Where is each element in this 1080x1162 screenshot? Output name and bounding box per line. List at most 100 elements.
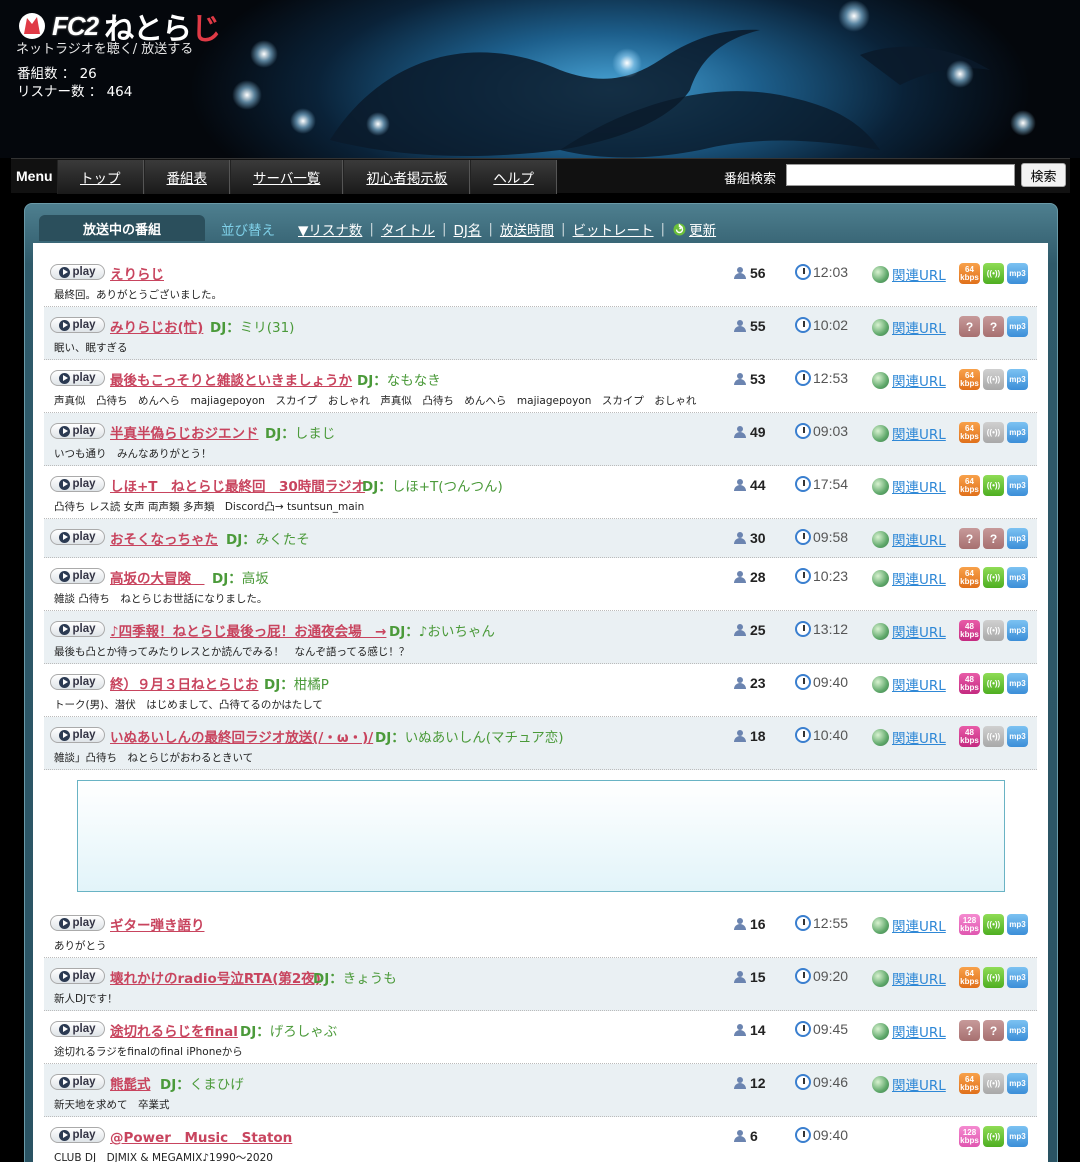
listener-icon: [734, 426, 746, 438]
play-button[interactable]: play: [50, 370, 105, 386]
globe-icon: [872, 318, 889, 336]
play-icon: [59, 729, 71, 741]
stream-badges: ?? mp3: [959, 528, 1028, 549]
broadcast-icon: ((•)): [983, 263, 1004, 284]
clock-icon: [795, 1074, 811, 1090]
play-button[interactable]: play: [50, 674, 105, 690]
program-title[interactable]: えりらじ: [110, 263, 164, 283]
play-icon: [59, 319, 71, 331]
bitrate-badge: 48 kbps: [959, 620, 980, 641]
refresh-link[interactable]: 更新: [673, 219, 716, 239]
related-url-link[interactable]: 関連URL: [872, 1021, 946, 1041]
related-url-link[interactable]: 関連URL: [872, 476, 946, 496]
program-title[interactable]: 壊れかけのradio号泣RTA(第2夜): [110, 967, 321, 987]
ad-banner[interactable]: [77, 780, 1005, 892]
program-row: play 最後もこっそりと雑談といきましょうか DJ：なもなき 声真似 凸待ち めんへ…: [44, 360, 1037, 413]
play-button[interactable]: play: [50, 529, 105, 545]
nav-tab-servers[interactable]: サーバ一覧: [230, 160, 344, 194]
play-icon: [59, 1076, 71, 1088]
bitrate-badge: 64 kbps: [959, 475, 980, 496]
program-dj: DJ：しまじ: [265, 426, 336, 442]
clock-icon: [795, 621, 811, 637]
airtime: 09:45: [795, 1021, 848, 1037]
nav-tab-top[interactable]: トップ: [57, 160, 144, 194]
play-button[interactable]: play: [50, 317, 105, 333]
play-button[interactable]: play: [50, 1021, 105, 1037]
play-button[interactable]: play: [50, 476, 105, 492]
play-button[interactable]: play: [50, 1074, 105, 1090]
program-row: play 壊れかけのradio号泣RTA(第2夜) DJ：きょうも 新人DJです！ 15…: [44, 958, 1037, 1011]
sort-airtime[interactable]: 放送時間: [493, 219, 561, 239]
program-row: play しほ+T ねとらじ最終回 30時間ラジオ DJ：しほ+T(つんつん) 凸待ち…: [44, 466, 1037, 519]
airtime: 12:53: [795, 370, 848, 386]
program-title[interactable]: @Power Music Staton: [110, 1126, 292, 1146]
play-button[interactable]: play: [50, 727, 105, 743]
search-button[interactable]: 検索: [1021, 163, 1066, 187]
broadcast-icon: ((•)): [983, 422, 1004, 443]
program-title[interactable]: ♪四季報！ねとらじ最後っ屁！お通夜会場 →: [110, 620, 386, 640]
listener-icon: [734, 730, 746, 742]
listener-count: 53: [734, 371, 766, 387]
play-button[interactable]: play: [50, 1127, 105, 1143]
sort-dj[interactable]: DJ名: [447, 219, 489, 239]
program-row: play いぬあいしんの最終回ラジオ放送(/・ω・)/DJ：いぬあいしん(マチュア…: [44, 717, 1037, 770]
related-url-link[interactable]: 関連URL: [872, 915, 946, 935]
bitrate-badge: ?: [959, 528, 980, 549]
airtime: 09:20: [795, 968, 848, 984]
program-description: ありがとう: [54, 940, 107, 952]
live-badge: ?: [983, 316, 1004, 337]
sort-bitrate[interactable]: ビットレート: [566, 219, 661, 239]
airtime: 12:03: [795, 264, 848, 280]
clock-icon: [795, 1021, 811, 1037]
related-url-link[interactable]: 関連URL: [872, 727, 946, 747]
mp3-badge: mp3: [1007, 914, 1028, 935]
program-title[interactable]: しほ+T ねとらじ最終回 30時間ラジオ: [110, 475, 365, 495]
related-url-link[interactable]: 関連URL: [872, 1074, 946, 1094]
program-title[interactable]: 半真半偽らじおジエンド: [110, 422, 259, 442]
listener-count: 55: [734, 318, 766, 334]
play-button[interactable]: play: [50, 968, 105, 984]
stream-badges: 64 kbps ((•)) mp3: [959, 369, 1028, 390]
mp3-badge: mp3: [1007, 422, 1028, 443]
related-url-link[interactable]: 関連URL: [872, 529, 946, 549]
related-url-link[interactable]: 関連URL: [872, 370, 946, 390]
related-url-link[interactable]: 関連URL: [872, 621, 946, 641]
nav-tab-schedule[interactable]: 番組表: [143, 160, 230, 194]
program-title[interactable]: みりらじお(忙): [110, 316, 203, 336]
related-url-link[interactable]: 関連URL: [872, 968, 946, 988]
mp3-badge: mp3: [1007, 967, 1028, 988]
play-button[interactable]: play: [50, 568, 105, 584]
related-url-link[interactable]: 関連URL: [872, 317, 946, 337]
sort-title[interactable]: タイトル: [374, 219, 442, 239]
tab-on-air[interactable]: 放送中の番組: [39, 215, 205, 241]
play-button[interactable]: play: [50, 621, 105, 637]
program-title[interactable]: 熊髭式: [110, 1073, 151, 1093]
program-title[interactable]: 最後もこっそりと雑談といきましょうか: [110, 369, 352, 389]
nav-tab-beginner-board[interactable]: 初心者掲示板: [343, 160, 471, 194]
clock-icon: [795, 1127, 811, 1143]
program-description: 眠い、眠すぎる: [54, 342, 128, 354]
related-url-link[interactable]: 関連URL: [872, 568, 946, 588]
search-input[interactable]: [786, 164, 1015, 186]
airtime: 12:55: [795, 915, 848, 931]
program-title[interactable]: ギター弾き語り: [110, 914, 205, 934]
program-title[interactable]: 終）９月３日ねとらじお: [110, 673, 259, 693]
sort-listeners[interactable]: ▼リスナ数: [291, 219, 369, 239]
related-url-link[interactable]: 関連URL: [872, 264, 946, 284]
mp3-badge: mp3: [1007, 263, 1028, 284]
play-button[interactable]: play: [50, 915, 105, 931]
program-title[interactable]: 途切れるらじをfinal: [110, 1020, 238, 1040]
stream-badges: 64 kbps ((•)) mp3: [959, 263, 1028, 284]
globe-icon: [872, 916, 889, 934]
bitrate-badge: 64 kbps: [959, 263, 980, 284]
play-button[interactable]: play: [50, 423, 105, 439]
play-button[interactable]: play: [50, 264, 105, 280]
program-title[interactable]: いぬあいしんの最終回ラジオ放送(/・ω・)/: [110, 726, 373, 746]
programs-count: 番組数 ： 26: [17, 66, 97, 82]
nav-tab-help[interactable]: ヘルプ: [470, 160, 557, 194]
program-title[interactable]: おそくなっちゃた: [110, 528, 218, 548]
site-stats: 番組数 ： 26 リスナー数 ： 464: [17, 65, 132, 101]
related-url-link[interactable]: 関連URL: [872, 674, 946, 694]
related-url-link[interactable]: 関連URL: [872, 423, 946, 443]
program-title[interactable]: 高坂の大冒険: [110, 567, 205, 587]
